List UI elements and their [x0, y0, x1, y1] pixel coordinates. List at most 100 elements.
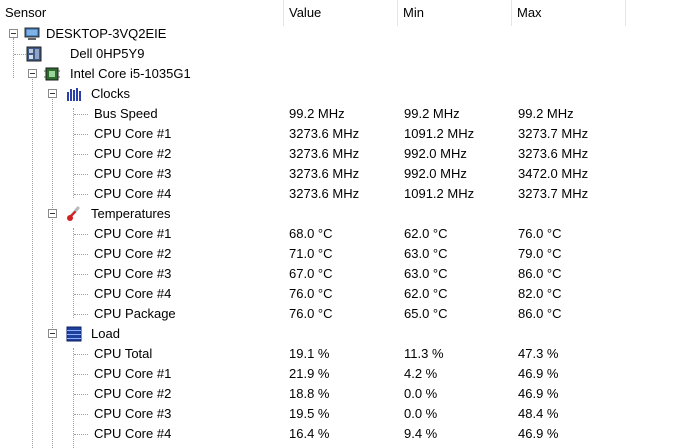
- thermometer-icon: [67, 206, 80, 221]
- sensor-row[interactable]: CPU Core #1 68.0 °C 62.0 °C 76.0 °C: [0, 224, 677, 244]
- sensor-value: 76.0 °C: [289, 286, 333, 301]
- cpu-chip-icon: [44, 67, 60, 81]
- tree-guide-line: [74, 434, 88, 435]
- sensor-value: 68.0 °C: [289, 226, 333, 241]
- sensor-max: 46.9 %: [518, 366, 559, 381]
- sensor-max: 86.0 °C: [518, 306, 562, 321]
- sensor-min: 99.2 MHz: [404, 106, 460, 121]
- sensor-name: CPU Core #4: [94, 186, 172, 201]
- sensor-row[interactable]: CPU Total 19.1 % 11.3 % 47.3 %: [0, 344, 677, 364]
- computer-icon: [24, 27, 40, 40]
- sensor-row[interactable]: Bus Speed 99.2 MHz 99.2 MHz 99.2 MHz: [0, 104, 677, 124]
- tree-guide-line: [74, 274, 88, 275]
- tree-guide-line: [74, 374, 88, 375]
- sensor-min: 1091.2 MHz: [404, 186, 475, 201]
- sensor-value: 99.2 MHz: [289, 106, 345, 121]
- column-header-value[interactable]: Value: [284, 0, 398, 26]
- collapse-toggle[interactable]: [48, 209, 57, 218]
- sensor-max: 82.0 °C: [518, 286, 562, 301]
- sensor-name: CPU Core #3: [94, 166, 172, 181]
- sensor-row[interactable]: CPU Core #2 3273.6 MHz 992.0 MHz 3273.6 …: [0, 144, 677, 164]
- sensor-value: 3273.6 MHz: [289, 126, 360, 141]
- tree-guide-line: [74, 234, 88, 235]
- sensor-max: 99.2 MHz: [518, 106, 574, 121]
- tree-guide-line: [74, 194, 88, 195]
- sensor-value: 3273.6 MHz: [289, 166, 360, 181]
- tree-guide-line: [74, 354, 88, 355]
- sensor-min: 63.0 °C: [404, 266, 448, 281]
- sensor-min: 0.0 %: [404, 406, 438, 421]
- sensor-name: CPU Core #3: [94, 266, 172, 281]
- tree-guide-line: [74, 414, 88, 415]
- sensor-row[interactable]: CPU Core #4 16.4 % 9.4 % 46.9 %: [0, 424, 677, 444]
- tree-guide-line: [74, 294, 88, 295]
- sensor-max: 76.0 °C: [518, 226, 562, 241]
- sensor-max: 3472.0 MHz: [518, 166, 589, 181]
- sensor-min: 4.2 %: [404, 366, 438, 381]
- sensor-row[interactable]: CPU Core #1 3273.6 MHz 1091.2 MHz 3273.7…: [0, 124, 677, 144]
- sensor-value: 21.9 %: [289, 366, 330, 381]
- tree-node-label: DESKTOP-3VQ2EIE: [46, 26, 167, 41]
- tree-node-label: Dell 0HP5Y9: [70, 46, 145, 61]
- sensor-name: CPU Core #4: [94, 426, 172, 441]
- column-header-max[interactable]: Max: [512, 0, 626, 26]
- sensor-name: CPU Core #2: [94, 146, 172, 161]
- sensor-max: 3273.7 MHz: [518, 126, 589, 141]
- tree-guide-line: [74, 314, 88, 315]
- motherboard-icon: [26, 46, 42, 62]
- sensor-min: 1091.2 MHz: [404, 126, 475, 141]
- sensor-row[interactable]: CPU Core #4 3273.6 MHz 1091.2 MHz 3273.7…: [0, 184, 677, 204]
- sensor-row[interactable]: CPU Core #3 67.0 °C 63.0 °C 86.0 °C: [0, 264, 677, 284]
- sensor-value: 76.0 °C: [289, 306, 333, 321]
- sensor-row[interactable]: CPU Package 76.0 °C 65.0 °C 86.0 °C: [0, 304, 677, 324]
- sensor-row[interactable]: CPU Core #2 71.0 °C 63.0 °C 79.0 °C: [0, 244, 677, 264]
- tree-guide-line: [74, 134, 88, 135]
- column-header-sensor[interactable]: Sensor: [0, 0, 284, 26]
- sensor-max: 48.4 %: [518, 406, 559, 421]
- sensor-value: 3273.6 MHz: [289, 186, 360, 201]
- sensor-min: 62.0 °C: [404, 286, 448, 301]
- collapse-toggle[interactable]: [28, 69, 37, 78]
- tree-node-computer[interactable]: DESKTOP-3VQ2EIE: [0, 24, 677, 44]
- tree-guide-line: [74, 174, 88, 175]
- collapse-toggle[interactable]: [9, 29, 18, 38]
- tree-guide-line: [14, 54, 26, 55]
- sensor-max: 3273.7 MHz: [518, 186, 589, 201]
- sensor-name: CPU Core #1: [94, 366, 172, 381]
- clock-bars-icon: [67, 88, 81, 101]
- tree-guide-line: [74, 154, 88, 155]
- tree-node-clocks[interactable]: Clocks: [0, 84, 677, 104]
- sensor-value: 16.4 %: [289, 426, 330, 441]
- column-header-min[interactable]: Min: [398, 0, 512, 26]
- sensor-value: 3273.6 MHz: [289, 146, 360, 161]
- tree-node-label: Temperatures: [91, 206, 171, 221]
- sensor-name: CPU Package: [94, 306, 176, 321]
- sensor-max: 3273.6 MHz: [518, 146, 589, 161]
- sensor-value: 67.0 °C: [289, 266, 333, 281]
- column-header-bar: Sensor Value Min Max: [0, 0, 677, 26]
- tree-node-label: Clocks: [91, 86, 131, 101]
- sensor-name: CPU Core #2: [94, 386, 172, 401]
- sensor-row[interactable]: CPU Core #4 76.0 °C 62.0 °C 82.0 °C: [0, 284, 677, 304]
- sensor-row[interactable]: CPU Core #3 19.5 % 0.0 % 48.4 %: [0, 404, 677, 424]
- tree-node-label: Load: [91, 326, 120, 341]
- tree-node-load[interactable]: Load: [0, 324, 677, 344]
- tree-node-motherboard[interactable]: Dell 0HP5Y9: [0, 44, 677, 64]
- sensor-max: 86.0 °C: [518, 266, 562, 281]
- sensor-row[interactable]: CPU Core #3 3273.6 MHz 992.0 MHz 3472.0 …: [0, 164, 677, 184]
- tree-node-cpu[interactable]: Intel Core i5-1035G1: [0, 64, 677, 84]
- sensor-min: 65.0 °C: [404, 306, 448, 321]
- collapse-toggle[interactable]: [48, 329, 57, 338]
- sensor-value: 18.8 %: [289, 386, 330, 401]
- sensor-row[interactable]: CPU Core #1 21.9 % 4.2 % 46.9 %: [0, 364, 677, 384]
- sensor-max: 46.9 %: [518, 386, 559, 401]
- sensor-name: CPU Core #2: [94, 246, 172, 261]
- sensor-min: 11.3 %: [404, 346, 444, 361]
- sensor-name: CPU Core #4: [94, 286, 172, 301]
- sensor-min: 992.0 MHz: [404, 166, 467, 181]
- collapse-toggle[interactable]: [48, 89, 57, 98]
- sensor-min: 9.4 %: [404, 426, 438, 441]
- tree-node-temperatures[interactable]: Temperatures: [0, 204, 677, 224]
- tree-guide-line: [74, 254, 88, 255]
- sensor-row[interactable]: CPU Core #2 18.8 % 0.0 % 46.9 %: [0, 384, 677, 404]
